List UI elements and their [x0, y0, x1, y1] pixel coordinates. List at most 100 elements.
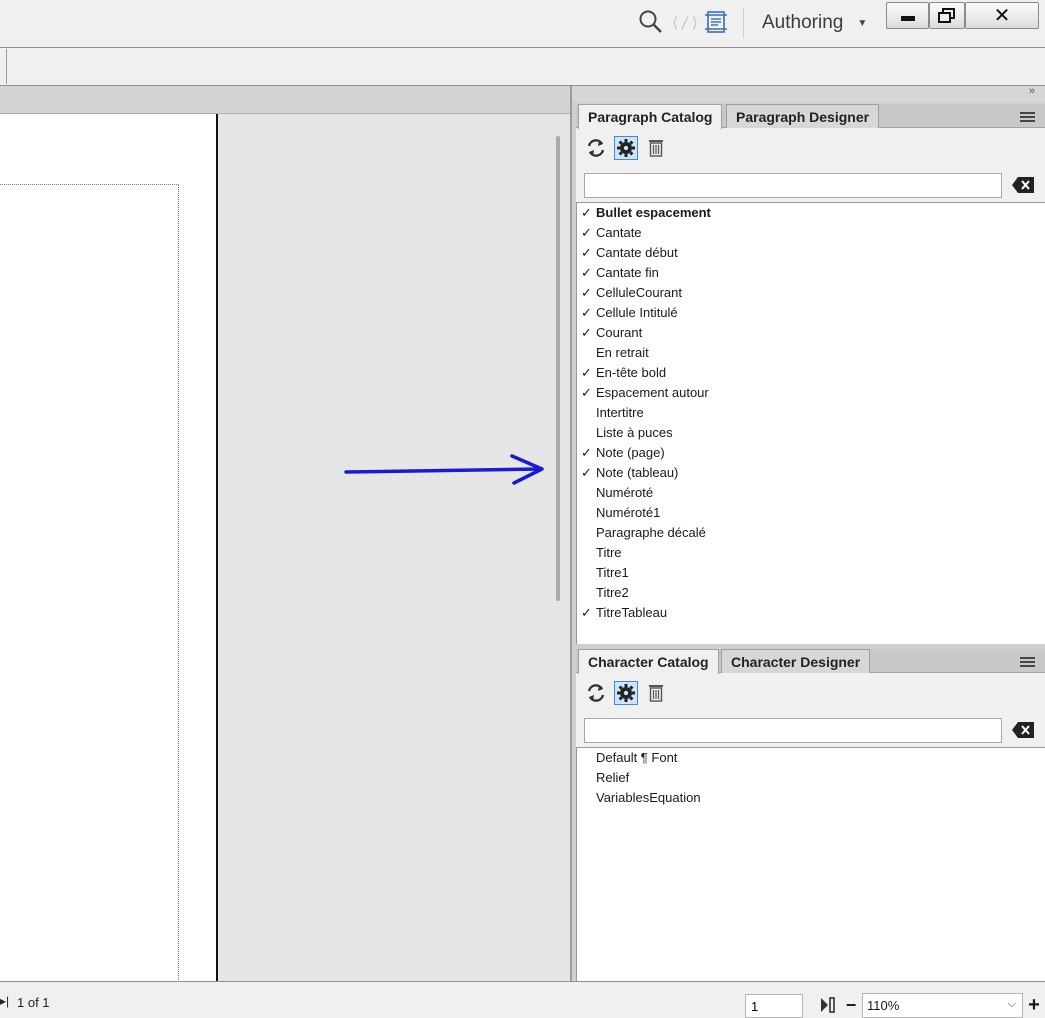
check-icon: ✓: [581, 245, 592, 260]
zoom-in-button[interactable]: +: [1027, 994, 1041, 1016]
list-item-label: Espacement autour: [596, 385, 709, 400]
character-pod-tools: [584, 681, 668, 705]
list-item[interactable]: Numéroté: [577, 483, 1045, 503]
list-item-label: En-tête bold: [596, 365, 667, 380]
check-icon: ✓: [581, 265, 592, 280]
list-item[interactable]: Numéroté1: [577, 503, 1045, 523]
check-icon: ✓: [581, 205, 592, 220]
gear-icon: [617, 139, 635, 157]
toolbar-separator: [743, 8, 744, 38]
list-item-label: Titre1: [596, 565, 629, 580]
list-item-label: Cantate: [596, 225, 642, 240]
panel-collapse-bar[interactable]: »: [572, 85, 1045, 102]
toolbar-strip: [0, 47, 1045, 86]
text-frame[interactable]: [0, 184, 179, 984]
list-item[interactable]: ✓ Bullet espacement: [577, 203, 1045, 223]
delete-button[interactable]: [644, 681, 668, 705]
check-icon: ✓: [581, 285, 592, 300]
tab-paragraph-designer[interactable]: Paragraph Designer: [726, 104, 880, 128]
restore-button[interactable]: [929, 2, 965, 29]
check-icon: ✓: [581, 385, 592, 400]
list-item-label: Cantate début: [596, 245, 678, 260]
zoom-value: 110%: [867, 998, 900, 1013]
list-item[interactable]: ✓ CelluleCourant: [577, 283, 1045, 303]
page-number-input[interactable]: [745, 994, 803, 1018]
list-item[interactable]: ✓ Note (page): [577, 443, 1045, 463]
list-item[interactable]: VariablesEquation: [577, 788, 1045, 808]
list-item[interactable]: ✓ TitreTableau: [577, 603, 1045, 623]
clear-icon: [1012, 722, 1034, 738]
list-item-label: Default ¶ Font: [596, 750, 678, 765]
character-format-list: Default ¶ Font Relief VariablesEquation: [576, 747, 1045, 981]
character-pod-menu-icon[interactable]: [1020, 657, 1035, 669]
restore-icon: [938, 7, 955, 23]
zoom-out-button[interactable]: −: [844, 995, 858, 1015]
refresh-button[interactable]: [584, 136, 608, 160]
search-icon[interactable]: [636, 8, 666, 36]
list-item[interactable]: ✓ En-tête bold: [577, 363, 1045, 383]
paragraph-clear-search-button[interactable]: [1011, 175, 1035, 195]
list-item-label: Note (page): [596, 445, 665, 460]
list-item[interactable]: ✓ Espacement autour: [577, 383, 1045, 403]
document-page[interactable]: [0, 114, 218, 984]
tab-character-designer[interactable]: Character Designer: [721, 649, 871, 673]
collapse-panel-icon[interactable]: »: [1029, 85, 1035, 97]
list-item-label: Cellule Intitulé: [596, 305, 678, 320]
list-item[interactable]: Liste à puces: [577, 423, 1045, 443]
tab-character-catalog[interactable]: Character Catalog: [578, 649, 719, 674]
list-item[interactable]: ✓ Cantate début: [577, 243, 1045, 263]
close-button[interactable]: ✕: [965, 2, 1039, 29]
list-item[interactable]: En retrait: [577, 343, 1045, 363]
list-item[interactable]: ✓ Cellule Intitulé: [577, 303, 1045, 323]
list-item[interactable]: Titre: [577, 543, 1045, 563]
character-pod: Character Catalog Character Designer Def…: [576, 649, 1045, 981]
list-item[interactable]: Titre2: [577, 583, 1045, 603]
list-item-label: Titre: [596, 545, 622, 560]
list-item-label: Paragraphe décalé: [596, 525, 706, 540]
vertical-scrollbar[interactable]: [556, 136, 560, 601]
paragraph-format-list: ✓ Bullet espacement ✓ Cantate ✓ Cantate début…: [576, 202, 1045, 644]
list-item[interactable]: ✓ Cantate: [577, 223, 1045, 243]
list-item[interactable]: Default ¶ Font: [577, 748, 1045, 768]
refresh-button[interactable]: [584, 681, 608, 705]
list-item-label: Titre2: [596, 585, 629, 600]
check-icon: ✓: [581, 365, 592, 380]
delete-button[interactable]: [644, 136, 668, 160]
side-panel: » Paragraph Catalog Paragraph Designer ✓…: [570, 85, 1045, 981]
list-item[interactable]: ✓ Note (tableau): [577, 463, 1045, 483]
character-clear-search-button[interactable]: [1011, 720, 1035, 740]
list-item[interactable]: ✓ Cantate fin: [577, 263, 1045, 283]
minimize-button[interactable]: [886, 2, 929, 29]
paragraph-search-input[interactable]: [584, 173, 1002, 198]
tab-paragraph-catalog[interactable]: Paragraph Catalog: [578, 104, 723, 129]
clear-icon: [1012, 177, 1034, 193]
code-view-icon[interactable]: ⟨/⟩: [669, 8, 701, 36]
page-count: 1 of 1: [17, 995, 50, 1010]
options-button[interactable]: [614, 681, 638, 705]
trash-icon: [649, 140, 663, 157]
list-item-label: Relief: [596, 770, 630, 785]
refresh-icon: [587, 139, 605, 157]
check-icon: ✓: [581, 325, 592, 340]
paragraph-pod: Paragraph Catalog Paragraph Designer ✓ Bu…: [576, 104, 1045, 644]
document-view-icon[interactable]: [702, 8, 730, 36]
workspace-switcher[interactable]: Authoring ▼: [762, 11, 867, 35]
paragraph-pod-menu-icon[interactable]: [1020, 112, 1035, 124]
close-icon: ✕: [993, 5, 1011, 27]
list-item[interactable]: Titre1: [577, 563, 1045, 583]
list-item-label: Bullet espacement: [596, 205, 711, 220]
document-area: [0, 86, 570, 984]
go-to-page-icon[interactable]: [818, 995, 838, 1015]
zoom-select[interactable]: 110% ⌵: [862, 993, 1023, 1018]
character-search-input[interactable]: [584, 718, 1002, 743]
workspace-label: Authoring: [762, 12, 844, 33]
check-icon: ✓: [581, 225, 592, 240]
window-controls: ✕: [886, 2, 1039, 29]
document-tab-strip: [0, 86, 570, 114]
last-page-button[interactable]: ▸|: [0, 994, 9, 1008]
list-item[interactable]: Paragraphe décalé: [577, 523, 1045, 543]
list-item[interactable]: Intertitre: [577, 403, 1045, 423]
list-item[interactable]: ✓ Courant: [577, 323, 1045, 343]
list-item[interactable]: Relief: [577, 768, 1045, 788]
options-button[interactable]: [614, 136, 638, 160]
